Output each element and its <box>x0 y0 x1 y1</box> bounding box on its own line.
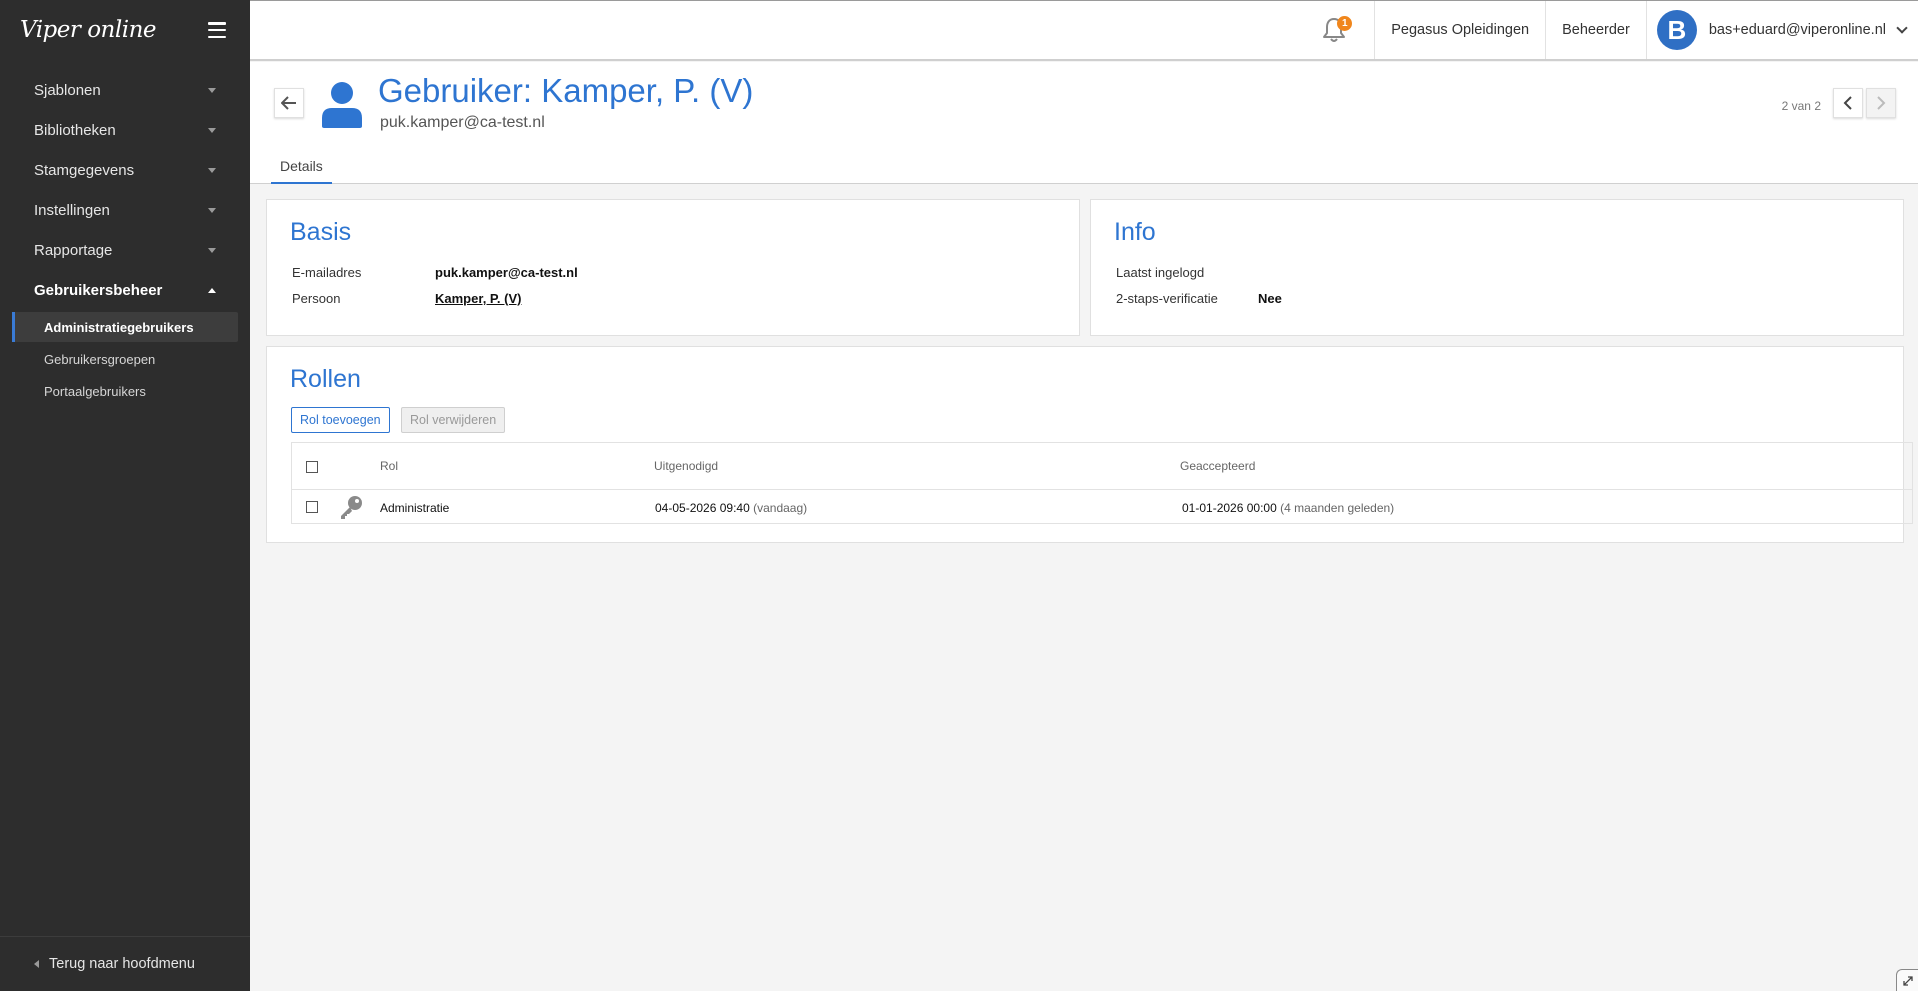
notification-badge: 1 <box>1337 16 1353 31</box>
user-email: bas+eduard@viperonline.nl <box>1708 22 1886 38</box>
tab-details[interactable]: Details <box>271 156 332 184</box>
sidebar-subitem-gebruikersgroepen[interactable]: Gebruikersgroepen <box>12 344 238 374</box>
sidebar-item-sjablonen[interactable]: Sjablonen <box>0 70 250 110</box>
row-checkbox[interactable] <box>306 501 318 513</box>
two-factor-label: 2-staps-verificatie <box>1116 291 1218 306</box>
sidebar-item-label: Gebruikersbeheer <box>34 281 163 299</box>
select-all-checkbox[interactable] <box>306 461 318 473</box>
add-role-button[interactable]: Rol toevoegen <box>291 407 390 433</box>
info-title: Info <box>1114 218 1156 246</box>
roles-table: Rol Uitgenodigd Geaccepteerd Administrat… <box>291 442 1913 524</box>
column-header-geaccepteerd[interactable]: Geaccepteerd <box>1180 459 1255 473</box>
sidebar-item-bibliotheken[interactable]: Bibliotheken <box>0 110 250 150</box>
user-icon <box>322 82 362 128</box>
invited-date: 04-05-2026 09:40 (vandaag) <box>655 501 807 515</box>
sidebar-header: Viper online <box>0 0 250 60</box>
accepted-date: 01-01-2026 00:00 (4 maanden geleden) <box>1182 501 1394 515</box>
app-logo[interactable]: Viper online <box>20 17 157 43</box>
avatar: B <box>1656 10 1697 50</box>
caret-up-icon <box>208 287 216 293</box>
person-label: Persoon <box>292 291 341 306</box>
top-bar: 1 Pegasus Opleidingen Beheerder B bas+ed… <box>250 0 1918 61</box>
back-to-main-menu-label: Terug naar hoofdmenu <box>49 956 195 972</box>
basis-title: Basis <box>290 218 352 246</box>
sidebar-item-stamgegevens[interactable]: Stamgegevens <box>0 150 250 190</box>
remove-role-button[interactable]: Rol verwijderen <box>401 407 506 433</box>
organisation-link[interactable]: Pegasus Opleidingen <box>1374 1 1545 59</box>
hamburger-menu-icon[interactable] <box>208 22 226 38</box>
sidebar: Viper online Sjablonen Bibliotheken Stam… <box>0 0 250 991</box>
caret-down-icon <box>208 127 216 133</box>
back-button[interactable] <box>274 88 304 118</box>
next-record-button[interactable] <box>1866 88 1896 118</box>
info-card: Info Laatst ingelogd 2-staps-verificatie… <box>1090 199 1904 336</box>
pager-indicator: 2 van 2 <box>1781 99 1821 113</box>
last-login-label: Laatst ingelogd <box>1116 265 1205 280</box>
resize-handle-icon[interactable] <box>1896 969 1918 991</box>
sidebar-item-gebruikersbeheer[interactable]: Gebruikersbeheer <box>0 270 250 310</box>
sidebar-item-instellingen[interactable]: Instellingen <box>0 190 250 230</box>
caret-down-icon <box>208 167 216 173</box>
chevron-right-icon <box>1877 96 1886 110</box>
caret-down-icon <box>208 87 216 93</box>
basis-card: Basis E-mailadres puk.kamper@ca-test.nl … <box>266 199 1080 336</box>
caret-down-icon <box>208 207 216 213</box>
sidebar-nav: Sjablonen Bibliotheken Stamgegevens Inst… <box>0 70 250 406</box>
rollen-card: Rollen Rol toevoegen Rol verwijderen Rol… <box>266 346 1913 543</box>
accepted-date-relative: (4 maanden geleden) <box>1280 501 1395 515</box>
invited-date-value: 04-05-2026 09:40 <box>655 501 750 515</box>
diagonal-arrow-icon <box>1902 975 1913 986</box>
sidebar-item-label: Rapportage <box>34 241 113 259</box>
sidebar-subitem-administratiegebruikers[interactable]: Administratiegebruikers <box>12 312 238 342</box>
table-header: Rol Uitgenodigd Geaccepteerd <box>292 443 1912 490</box>
page-header: Gebruiker: Kamper, P. (V) puk.kamper@ca-… <box>250 62 1918 184</box>
email-label: E-mailadres <box>292 265 362 280</box>
user-menu[interactable]: B bas+eduard@viperonline.nl <box>1645 1 1918 59</box>
chevron-down-icon <box>1896 22 1908 34</box>
caret-down-icon <box>208 247 216 253</box>
sidebar-item-label: Stamgegevens <box>34 161 135 179</box>
column-header-rol[interactable]: Rol <box>380 459 398 473</box>
page-subtitle: puk.kamper@ca-test.nl <box>380 114 545 131</box>
key-icon <box>341 496 362 519</box>
rollen-title: Rollen <box>290 365 361 393</box>
previous-record-button[interactable] <box>1833 88 1863 118</box>
column-header-uitgenodigd[interactable]: Uitgenodigd <box>654 459 718 473</box>
page-title: Gebruiker: Kamper, P. (V) <box>378 72 754 109</box>
role-link[interactable]: Beheerder <box>1545 1 1646 59</box>
sidebar-item-label: Bibliotheken <box>34 121 116 139</box>
sidebar-item-rapportage[interactable]: Rapportage <box>0 230 250 270</box>
accepted-date-value: 01-01-2026 00:00 <box>1182 501 1277 515</box>
person-link[interactable]: Kamper, P. (V) <box>435 291 521 306</box>
email-value: puk.kamper@ca-test.nl <box>435 265 578 280</box>
two-factor-value: Nee <box>1258 291 1282 306</box>
invited-date-relative: (vandaag) <box>753 501 808 515</box>
sidebar-subitem-portaalgebruikers[interactable]: Portaalgebruikers <box>12 376 238 406</box>
chevron-left-icon <box>1843 96 1852 110</box>
caret-left-icon <box>34 960 39 968</box>
role-name: Administratie <box>380 501 450 515</box>
table-row[interactable]: Administratie 04-05-2026 09:40 (vandaag)… <box>292 490 1912 524</box>
sidebar-item-label: Instellingen <box>34 201 110 219</box>
arrow-left-icon <box>281 96 296 110</box>
back-to-main-menu-link[interactable]: Terug naar hoofdmenu <box>0 936 250 991</box>
notifications-button[interactable]: 1 <box>1304 1 1364 59</box>
sidebar-item-label: Sjablonen <box>34 81 101 99</box>
